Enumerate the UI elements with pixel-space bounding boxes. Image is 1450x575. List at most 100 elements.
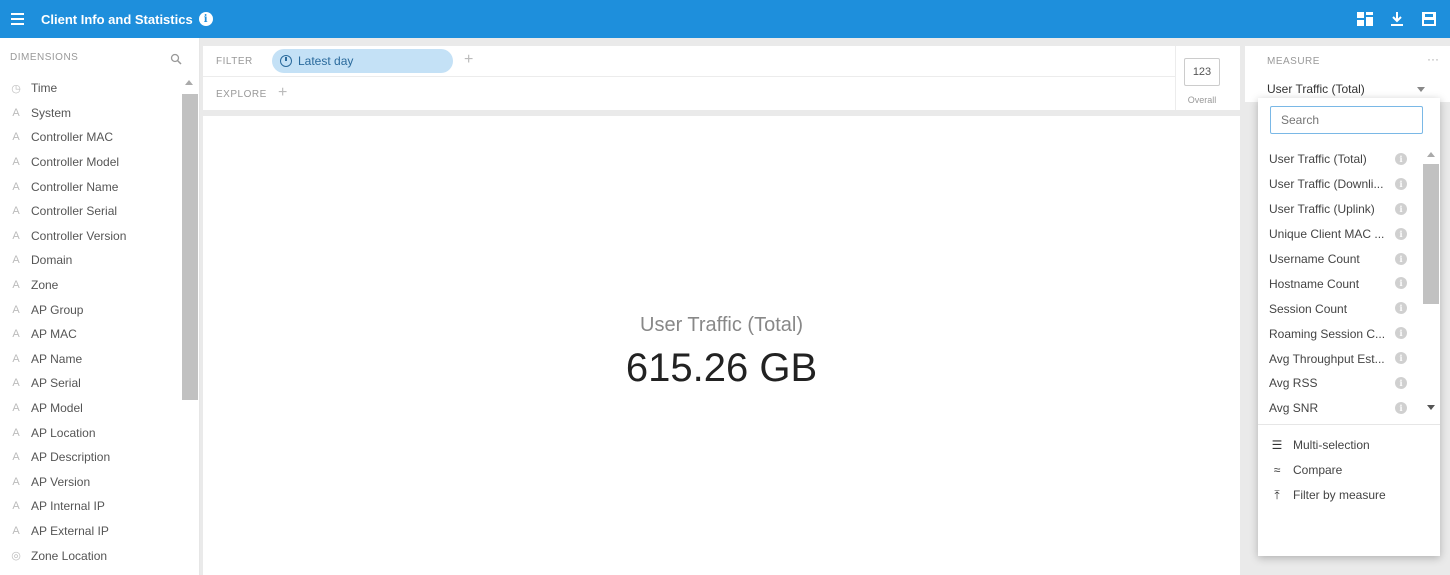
globe-icon: ◎ — [11, 550, 21, 563]
info-icon[interactable]: i — [1395, 177, 1407, 190]
measure-search-input[interactable] — [1270, 106, 1423, 134]
explore-label: EXPLORE — [216, 89, 267, 100]
more-options-icon[interactable]: ··· — [1427, 52, 1439, 66]
filter-by-measure-action[interactable]: ⤒ Filter by measure — [1269, 485, 1386, 505]
measure-item-label: Session Count — [1269, 301, 1348, 316]
filter-top-icon: ⤒ — [1274, 487, 1280, 502]
info-icon[interactable]: i — [1395, 252, 1407, 265]
dimension-item[interactable]: A AP External IP — [0, 519, 180, 544]
measure-item[interactable]: Avg Throughput Est... i — [1258, 346, 1418, 371]
dimensions-scroll-thumb[interactable] — [182, 94, 198, 400]
list-icon: ☰ — [1271, 438, 1283, 452]
dimension-item[interactable]: A Controller Serial — [0, 199, 180, 224]
measure-item[interactable]: Username Count i — [1258, 247, 1418, 272]
dimension-item[interactable]: ◎AP Group Location — [0, 568, 180, 575]
measure-item[interactable]: Roaming Session C... i — [1258, 321, 1418, 346]
string-icon: A — [12, 279, 20, 292]
filter-divider — [203, 76, 1175, 77]
measure-dropdown: User Traffic (Total)iUser Traffic (Downl… — [1258, 98, 1440, 556]
measure-item[interactable]: User Traffic (Uplink) i — [1258, 197, 1418, 222]
dimension-item[interactable]: A Controller Model — [0, 150, 180, 175]
info-icon[interactable]: i — [1395, 327, 1407, 340]
measure-item[interactable]: User Traffic (Downli... i — [1258, 172, 1418, 197]
dimension-item[interactable]: A AP Version — [0, 470, 180, 495]
scroll-down-icon[interactable] — [1427, 405, 1435, 410]
measure-item[interactable]: Avg RSS i — [1258, 371, 1418, 396]
dimension-item-label: Time — [31, 81, 58, 96]
info-icon[interactable]: i — [1395, 202, 1407, 215]
dimension-item[interactable]: A Domain — [0, 248, 180, 273]
dimension-item-label: AP MAC — [31, 327, 77, 342]
measure-item[interactable]: Hostname Count i — [1258, 271, 1418, 296]
search-icon[interactable] — [170, 52, 182, 65]
main-area: FILTER Latest day + EXPLORE + 123 Overal… — [203, 38, 1240, 575]
filter-pill-latest-day[interactable]: Latest day — [272, 49, 453, 73]
dimension-item[interactable]: A AP MAC — [0, 322, 180, 347]
string-icon: A — [12, 426, 20, 439]
dimension-item[interactable]: ◎ Zone Location — [0, 543, 180, 568]
dimension-item-label: Controller Name — [31, 179, 119, 194]
info-icon[interactable]: i — [1395, 401, 1407, 414]
info-icon[interactable]: i — [1395, 302, 1407, 315]
info-icon[interactable]: i — [1395, 277, 1407, 290]
dimension-item[interactable]: A AP Description — [0, 445, 180, 470]
clock-icon — [280, 55, 292, 67]
dimension-item[interactable]: A AP Serial — [0, 371, 180, 396]
string-icon: A — [12, 475, 20, 488]
filter-label: FILTER — [216, 56, 253, 67]
measure-scrollbar[interactable] — [1423, 147, 1439, 417]
dimension-item[interactable]: A AP Group — [0, 297, 180, 322]
dimension-item-label: AP Version — [31, 474, 91, 489]
string-icon: A — [12, 377, 20, 390]
measure-value: 615.26 GB — [625, 346, 818, 390]
measure-title: User Traffic (Total) — [640, 314, 803, 336]
string-icon: A — [12, 352, 20, 365]
add-explore-plus-icon[interactable]: + — [278, 85, 287, 101]
info-icon[interactable]: i — [1395, 352, 1407, 365]
dimension-item-label: Controller Model — [31, 155, 120, 170]
info-icon[interactable]: i — [1395, 153, 1407, 165]
dimension-item[interactable]: A AP Model — [0, 396, 180, 421]
string-icon: A — [12, 500, 20, 513]
dimension-item[interactable]: A AP Name — [0, 347, 180, 372]
measure-item[interactable]: Session Count i — [1258, 296, 1418, 321]
hamburger-menu-icon[interactable] — [11, 9, 31, 29]
scroll-up-icon[interactable] — [1427, 152, 1435, 157]
dropdown-divider — [1258, 424, 1440, 425]
measure-item-label: Avg Throughput Est... — [1269, 351, 1385, 366]
dimension-item-label: Controller Serial — [31, 204, 118, 219]
dimension-item[interactable]: A AP Internal IP — [0, 494, 180, 519]
dimension-item[interactable]: A System — [0, 101, 180, 126]
measure-item-label: User Traffic (Uplink) — [1269, 202, 1375, 217]
dashboard-icon[interactable] — [1356, 10, 1374, 28]
measure-item[interactable]: Unique Client MAC ... i — [1258, 222, 1418, 247]
dimension-item[interactable]: A AP Location — [0, 420, 180, 445]
measure-scroll-thumb[interactable] — [1423, 164, 1439, 304]
dimension-item[interactable]: A Zone — [0, 273, 180, 298]
info-icon[interactable]: i — [1395, 227, 1407, 240]
add-filter-plus-icon[interactable]: + — [464, 52, 473, 68]
measure-header-box: MEASURE ··· User Traffic (Total) — [1245, 46, 1450, 102]
compare-action[interactable]: ≈ Compare — [1269, 460, 1343, 480]
info-icon[interactable]: i — [1395, 377, 1407, 390]
string-icon: A — [12, 205, 20, 218]
multi-selection-action[interactable]: ☰ Multi-selection — [1269, 435, 1370, 455]
measure-item[interactable]: User Traffic (Total) i — [1258, 147, 1418, 172]
info-icon[interactable]: i — [198, 12, 213, 26]
action-label: Filter by measure — [1293, 488, 1386, 502]
dimensions-list: ◷ Time A System A Controller MAC A Controller M… — [0, 76, 180, 575]
count-button[interactable]: 123 — [1184, 58, 1220, 86]
measure-item[interactable]: Avg SNR i — [1258, 396, 1418, 421]
dimension-item[interactable]: ◷ Time — [0, 76, 180, 101]
dimension-item-label: Controller Version — [31, 228, 127, 243]
string-icon: A — [12, 106, 20, 119]
scroll-up-icon[interactable] — [185, 80, 193, 85]
dimension-item[interactable]: A Controller Name — [0, 174, 180, 199]
dimension-item[interactable]: A Controller Version — [0, 224, 180, 249]
dimension-item[interactable]: A Controller MAC — [0, 125, 180, 150]
download-icon[interactable] — [1388, 10, 1406, 28]
dimension-item-label: System — [31, 105, 72, 120]
filter-bar: FILTER Latest day + EXPLORE + 123 Overal… — [203, 46, 1240, 110]
save-icon[interactable] — [1420, 10, 1438, 28]
action-label: Compare — [1293, 463, 1343, 477]
